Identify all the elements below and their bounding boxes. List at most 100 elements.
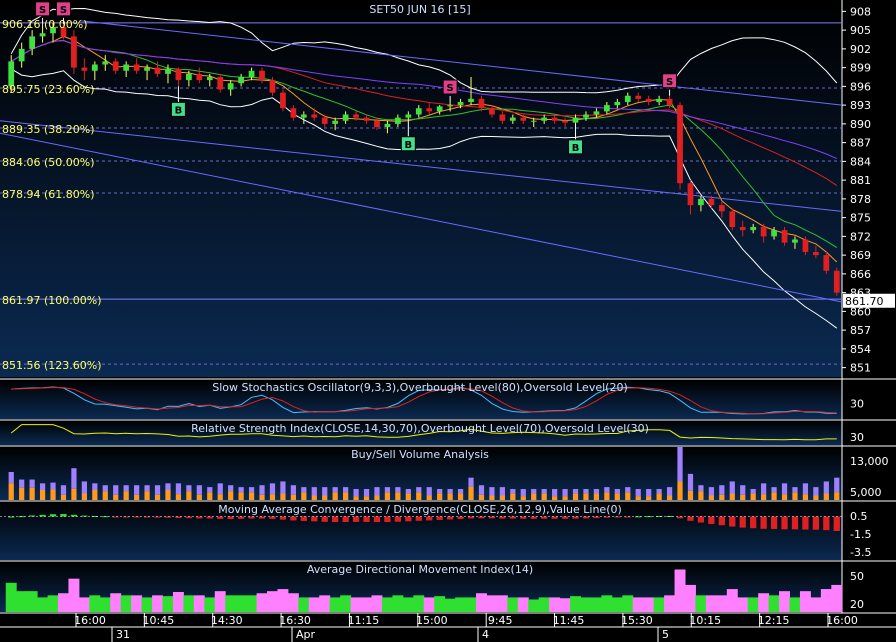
candle-body — [196, 73, 203, 81]
volume-sell-bar — [499, 487, 505, 496]
volume-sell-bar — [813, 487, 819, 496]
time-tick-label: 10:45 — [143, 614, 175, 627]
candle-body — [447, 105, 453, 107]
signal-label: S — [447, 83, 454, 94]
panel-tick-label: -3.5 — [850, 546, 871, 559]
adx-area-bar — [611, 597, 623, 612]
adx-area-bar — [235, 595, 247, 612]
adx-area-bar — [789, 597, 801, 612]
volume-buy-bar — [384, 492, 391, 500]
candle-body — [614, 102, 621, 106]
adx-area-bar — [747, 597, 759, 612]
volume-sell-bar — [175, 483, 182, 495]
candle-body — [551, 117, 558, 121]
candle-body — [300, 114, 307, 118]
volume-sell-bar — [71, 468, 77, 489]
adx-area-bar — [110, 593, 122, 612]
volume-sell-bar — [196, 485, 202, 495]
volume-sell-bar — [792, 487, 798, 493]
adx-area-bar — [225, 595, 237, 612]
volume-sell-bar — [363, 489, 370, 497]
volume-buy-bar — [50, 489, 56, 500]
macd-histogram-bar — [739, 516, 746, 528]
macd-histogram-bar — [561, 516, 569, 519]
volume-sell-bar — [802, 483, 809, 495]
volume-sell-bar — [666, 487, 673, 496]
candle-body — [656, 98, 662, 102]
candle-body — [112, 61, 119, 71]
macd-histogram-bar — [791, 516, 799, 530]
volume-buy-bar — [311, 495, 317, 500]
price-tick-label: 893 — [850, 99, 871, 112]
volume-buy-bar — [656, 493, 662, 500]
volume-buy-bar — [510, 493, 516, 500]
volume-buy-bar — [625, 492, 631, 500]
macd-histogram-bar — [300, 516, 307, 521]
volume-sell-bar — [102, 485, 108, 492]
volume-sell-bar — [353, 489, 359, 497]
volume-sell-bar — [92, 483, 98, 491]
candle-body — [71, 36, 77, 68]
volume-sell-bar — [719, 485, 725, 495]
candle-body — [739, 227, 746, 231]
volume-sell-bar — [834, 477, 840, 493]
volume-sell-bar — [19, 479, 25, 488]
day-tick-label: 4 — [482, 628, 489, 641]
macd-histogram-bar — [415, 516, 422, 521]
volume-sell-bar — [228, 485, 234, 492]
price-tick-label: 866 — [850, 268, 871, 281]
adx-area-bar — [674, 569, 686, 612]
adx-area-bar — [141, 597, 153, 612]
adx-area-bar — [622, 595, 634, 612]
candle-body — [384, 123, 391, 127]
adx-area-bar — [37, 597, 49, 612]
candle-body — [165, 68, 171, 74]
macd-histogram-bar — [352, 516, 360, 522]
adx-area-bar — [444, 598, 456, 612]
time-tick-label: 12:15 — [758, 614, 790, 627]
adx-area-bar — [434, 596, 446, 612]
adx-area-bar — [831, 584, 843, 612]
candle-body — [311, 114, 318, 118]
adx-area-bar — [768, 595, 780, 612]
volume-buy-bar — [531, 493, 537, 500]
time-tick-label: 15:00 — [416, 614, 448, 627]
volume-sell-bar — [186, 485, 192, 492]
volume-buy-bar — [666, 495, 673, 500]
volume-buy-bar — [8, 483, 14, 500]
candle-body — [29, 36, 35, 49]
macd-histogram-bar — [718, 516, 725, 526]
volume-buy-bar — [238, 492, 244, 500]
adx-area-bar — [507, 597, 519, 612]
adx-area-bar — [256, 593, 268, 612]
macd-histogram-bar — [457, 516, 464, 519]
price-tick-label: 899 — [850, 62, 871, 75]
candle-body — [645, 98, 652, 102]
volume-buy-bar — [457, 493, 464, 500]
adx-area-bar — [267, 591, 278, 612]
chart-title: SET50 JUN 16 [15] — [369, 3, 470, 16]
volume-buy-bar — [29, 487, 35, 500]
adx-area-bar — [820, 589, 832, 612]
candle-body — [624, 95, 631, 102]
volume-buy-bar — [154, 494, 161, 500]
candle-body — [332, 120, 339, 124]
macd-histogram-bar — [582, 516, 590, 519]
candle-body — [238, 77, 244, 84]
candle-body — [666, 98, 673, 106]
volume-sell-bar — [301, 487, 307, 493]
candle-body — [363, 117, 370, 121]
candle-body — [530, 120, 537, 122]
volume-buy-bar — [332, 492, 338, 500]
adx-area-bar — [381, 597, 393, 612]
volume-sell-bar — [269, 483, 276, 495]
adx-area-bar — [204, 597, 216, 612]
volume-buy-bar — [363, 496, 370, 500]
volume-buy-bar — [196, 494, 202, 500]
macd-histogram-bar — [802, 516, 809, 530]
volume-buy-bar — [635, 496, 641, 500]
macd-histogram-bar — [509, 516, 516, 519]
volume-sell-bar — [729, 481, 735, 494]
adx-area-bar — [298, 597, 310, 612]
macd-histogram-bar — [833, 516, 840, 531]
